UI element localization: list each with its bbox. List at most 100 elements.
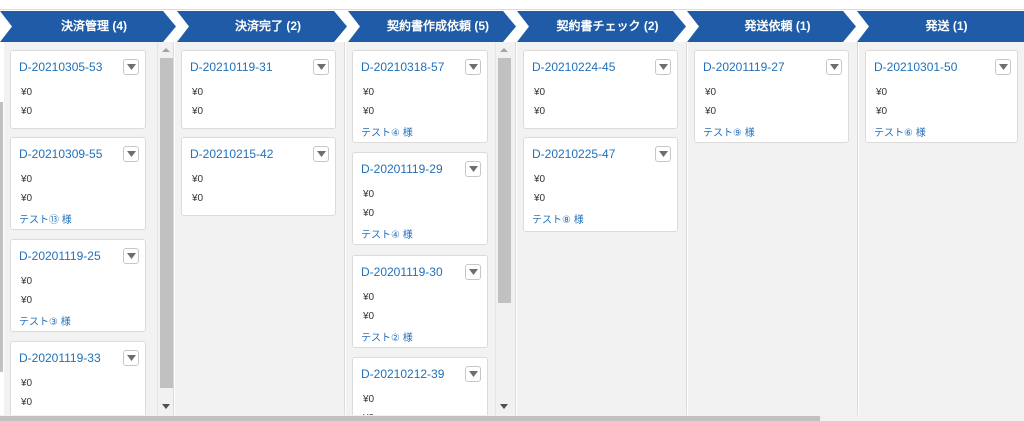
card-amount: ¥0: [21, 397, 33, 408]
card-menu-button[interactable]: [123, 248, 139, 264]
card[interactable]: D-20210301-50 ¥0 ¥0 テスト⑥ 様: [865, 50, 1018, 143]
card-contact-link[interactable]: テスト④ 様: [361, 226, 413, 241]
card-amount: ¥0: [363, 106, 375, 117]
card-title-link[interactable]: D-20210224-45: [532, 60, 615, 74]
chevron-down-icon: [659, 64, 668, 70]
card-title-link[interactable]: D-20201119-33: [19, 351, 101, 365]
card-title-link[interactable]: D-20201119-29: [361, 162, 443, 176]
card-menu-button[interactable]: [995, 59, 1011, 75]
scroll-up-arrow-icon[interactable]: [500, 48, 508, 52]
card-amount: ¥0: [534, 87, 546, 98]
card-title-link[interactable]: D-20210225-47: [532, 147, 615, 161]
card-amount: ¥0: [21, 193, 33, 204]
card-amount: ¥0: [192, 193, 204, 204]
card-title-link[interactable]: D-20210212-39: [361, 367, 444, 381]
card[interactable]: D-20210224-45 ¥0 ¥0: [523, 50, 678, 129]
horizontal-scrollbar[interactable]: [0, 415, 1024, 421]
card[interactable]: D-20201119-33 ¥0 ¥0: [10, 341, 146, 415]
card-amount: ¥0: [363, 189, 375, 200]
card-amount: ¥0: [705, 87, 717, 98]
card-menu-button[interactable]: [123, 59, 139, 75]
card-title-link[interactable]: D-20210301-50: [874, 60, 957, 74]
card-amount: ¥0: [192, 174, 204, 185]
stage-label-shipping-request[interactable]: 発送依頼 (1): [699, 11, 856, 42]
card-title-link[interactable]: D-20201119-25: [19, 249, 101, 263]
card-menu-button[interactable]: [826, 59, 842, 75]
scroll-down-arrow-icon[interactable]: [500, 404, 508, 409]
card-amount: ¥0: [21, 276, 33, 287]
card-title-link[interactable]: D-20210215-42: [190, 147, 273, 161]
card[interactable]: D-20210212-39 ¥0 ¥0: [352, 357, 488, 415]
column-contract-request: D-20210318-57 ¥0 ¥0 テスト④ 様 D-20201119-29…: [346, 42, 516, 415]
card-title-link[interactable]: D-20210309-55: [19, 147, 102, 161]
chevron-down-icon: [469, 64, 478, 70]
card-title-link[interactable]: D-20201119-30: [361, 265, 443, 279]
card-amount: ¥0: [876, 106, 888, 117]
card-amount: ¥0: [21, 174, 33, 185]
stage-label-contract-request[interactable]: 契約書作成依頼 (5): [360, 11, 516, 42]
stage-label-settlement[interactable]: 決済管理 (4): [12, 11, 176, 42]
card[interactable]: D-20201119-27 ¥0 ¥0 テスト⑨ 様: [694, 50, 849, 143]
column-shipping-request: D-20201119-27 ¥0 ¥0 テスト⑨ 様: [688, 42, 858, 415]
chevron-down-icon: [317, 151, 326, 157]
card-title-link[interactable]: D-20210119-31: [190, 60, 273, 74]
card-title-link[interactable]: D-20210305-53: [19, 60, 102, 74]
card-menu-button[interactable]: [465, 161, 481, 177]
scrollbar-thumb[interactable]: [498, 58, 511, 303]
card-contact-link[interactable]: テスト② 様: [361, 329, 413, 344]
card[interactable]: D-20210215-42 ¥0 ¥0: [181, 137, 336, 216]
card-amount: ¥0: [363, 311, 375, 322]
column-settlement: D-20210305-53 ¥0 ¥0 D-20210309-55 ¥0 ¥0 …: [4, 42, 174, 415]
card-menu-button[interactable]: [123, 350, 139, 366]
card-amount: ¥0: [192, 106, 204, 117]
chevron-down-icon: [999, 64, 1008, 70]
card-menu-button[interactable]: [123, 146, 139, 162]
chevron-down-icon: [317, 64, 326, 70]
chevron-down-icon: [830, 64, 839, 70]
card-menu-button[interactable]: [465, 59, 481, 75]
card-contact-link[interactable]: テスト⑬ 様: [19, 211, 72, 226]
card-menu-button[interactable]: [465, 366, 481, 382]
card-contact-link[interactable]: テスト③ 様: [19, 313, 71, 328]
stage-label-shipped[interactable]: 発送 (1): [869, 11, 1024, 42]
chevron-down-icon: [469, 166, 478, 172]
card-menu-button[interactable]: [655, 59, 671, 75]
stage-label-contract-check[interactable]: 契約書チェック (2): [529, 11, 686, 42]
card[interactable]: D-20210318-57 ¥0 ¥0 テスト④ 様: [352, 50, 488, 143]
card[interactable]: D-20210305-53 ¥0 ¥0: [10, 50, 146, 129]
card-contact-link[interactable]: テスト⑨ 様: [703, 124, 755, 139]
scrollbar-thumb[interactable]: [160, 58, 173, 388]
card-title-link[interactable]: D-20210318-57: [361, 60, 444, 74]
horizontal-scrollbar-thumb[interactable]: [0, 416, 820, 421]
chevron-down-icon: [127, 64, 136, 70]
column-scrollbar[interactable]: [157, 42, 173, 415]
chevron-down-icon: [127, 355, 136, 361]
chevron-down-icon: [469, 269, 478, 275]
column-contract-check: D-20210224-45 ¥0 ¥0 D-20210225-47 ¥0 ¥0 …: [517, 42, 687, 415]
card[interactable]: D-20201119-25 ¥0 ¥0 テスト③ 様: [10, 239, 146, 332]
card-amount: ¥0: [534, 174, 546, 185]
card-contact-link[interactable]: テスト④ 様: [361, 124, 413, 139]
card-menu-button[interactable]: [313, 59, 329, 75]
card[interactable]: D-20210119-31 ¥0 ¥0: [181, 50, 336, 129]
card[interactable]: D-20201119-29 ¥0 ¥0 テスト④ 様: [352, 152, 488, 245]
card-title-link[interactable]: D-20201119-27: [703, 60, 785, 74]
card-amount: ¥0: [363, 87, 375, 98]
card-menu-button[interactable]: [655, 146, 671, 162]
scroll-up-arrow-icon[interactable]: [162, 48, 170, 52]
card-menu-button[interactable]: [313, 146, 329, 162]
card[interactable]: D-20201119-30 ¥0 ¥0 テスト② 様: [352, 255, 488, 348]
kanban-board: D-20210305-53 ¥0 ¥0 D-20210309-55 ¥0 ¥0 …: [0, 42, 1024, 415]
card-menu-button[interactable]: [465, 264, 481, 280]
card-contact-link[interactable]: テスト⑥ 様: [874, 124, 926, 139]
chevron-down-icon: [659, 151, 668, 157]
scroll-down-arrow-icon[interactable]: [162, 404, 170, 409]
chevron-down-icon: [127, 253, 136, 259]
card[interactable]: D-20210225-47 ¥0 ¥0 テスト⑧ 様: [523, 137, 678, 232]
column-scrollbar[interactable]: [495, 42, 512, 415]
card-contact-link[interactable]: テスト⑧ 様: [532, 211, 584, 226]
stage-label-settled[interactable]: 決済完了 (2): [189, 11, 347, 42]
card-amount: ¥0: [705, 106, 717, 117]
card[interactable]: D-20210309-55 ¥0 ¥0 テスト⑬ 様: [10, 137, 146, 230]
chevron-down-icon: [469, 371, 478, 377]
